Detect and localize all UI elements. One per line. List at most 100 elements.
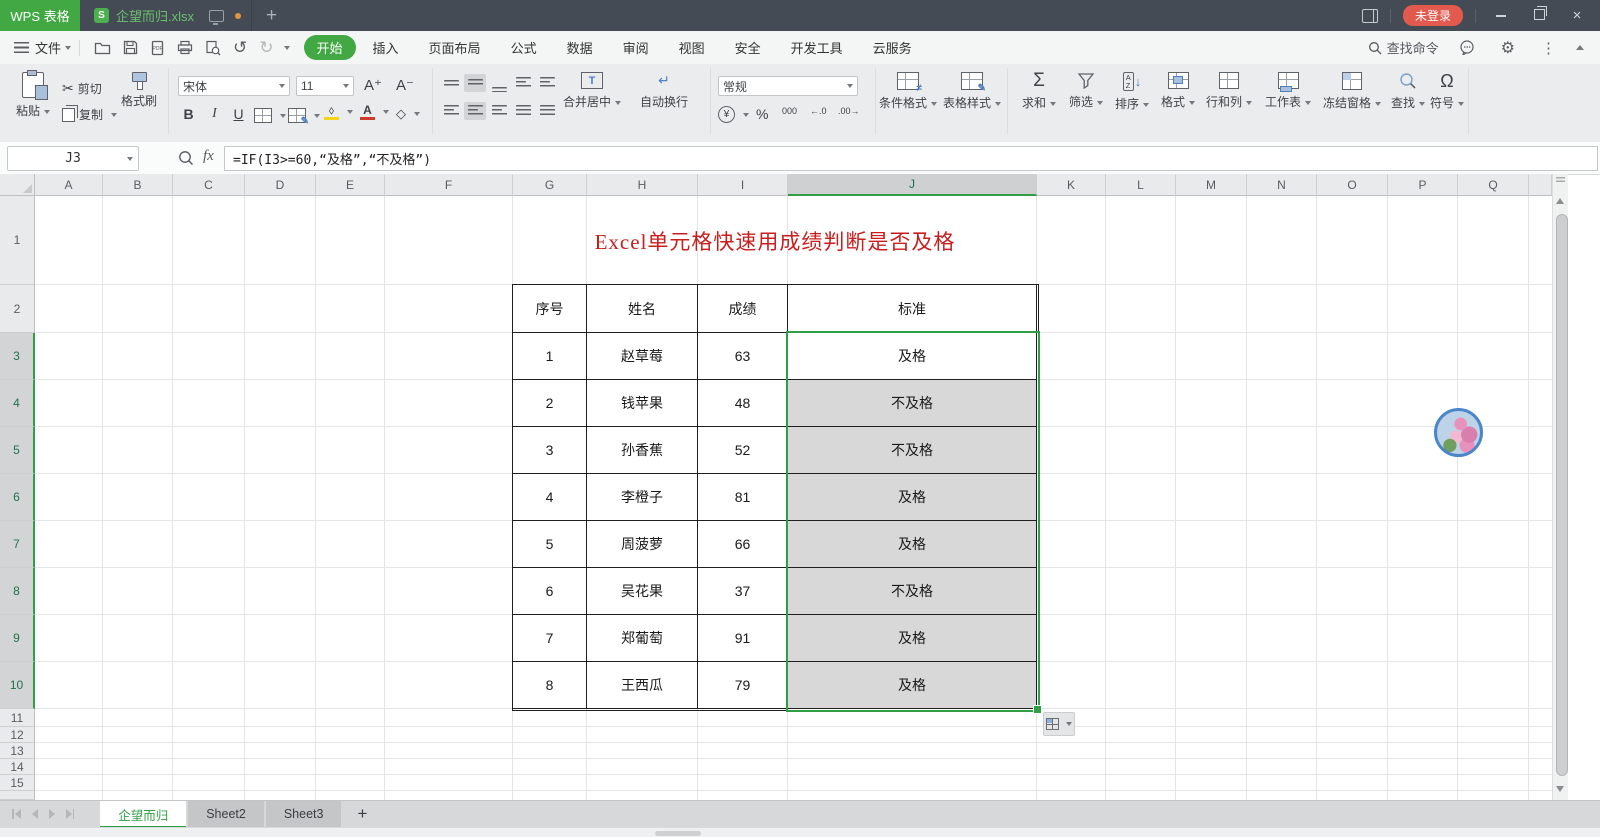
autofill-options-button[interactable]: [1043, 712, 1075, 736]
command-search[interactable]: 查找命令: [1368, 38, 1439, 57]
bold-button[interactable]: B: [180, 106, 197, 122]
table-cell[interactable]: 及格: [788, 521, 1037, 568]
row-header-12[interactable]: 12: [0, 727, 35, 743]
table-cell[interactable]: 6: [513, 568, 587, 615]
first-sheet-button[interactable]: [12, 809, 21, 819]
menu-tab-开发工具[interactable]: 开发工具: [778, 35, 856, 60]
table-cell[interactable]: 不及格: [788, 380, 1037, 427]
settings-gear-icon[interactable]: ⚙: [1501, 38, 1515, 58]
font-color-button[interactable]: A: [360, 104, 389, 120]
table-cell[interactable]: 钱苹果: [587, 380, 698, 427]
table-cell[interactable]: 及格: [788, 474, 1037, 521]
align-bottom-button[interactable]: [488, 74, 510, 92]
fx-icon[interactable]: fx: [203, 148, 214, 165]
sidebar-toggle-icon[interactable]: [1361, 8, 1378, 23]
table-cell[interactable]: 8: [513, 662, 587, 709]
table-cell[interactable]: 7: [513, 615, 587, 662]
print-preview-icon[interactable]: [205, 40, 221, 56]
number-format-select[interactable]: 常规: [718, 76, 858, 96]
more-options-icon[interactable]: ⋮: [1541, 39, 1556, 57]
file-menu[interactable]: 文件: [35, 38, 61, 57]
table-cell[interactable]: 79: [698, 662, 788, 709]
prev-sheet-button[interactable]: [31, 809, 38, 819]
flower-picture[interactable]: [1434, 408, 1483, 457]
redo-icon[interactable]: ↻: [259, 38, 273, 58]
save-icon[interactable]: [123, 40, 138, 55]
column-header-A[interactable]: A: [35, 174, 103, 196]
percent-button[interactable]: %: [756, 106, 768, 122]
column-header-J[interactable]: J: [788, 174, 1037, 196]
table-cell[interactable]: 及格: [788, 662, 1037, 709]
paste-button[interactable]: 粘贴: [4, 70, 62, 119]
table-cell[interactable]: 郑葡萄: [587, 615, 698, 662]
filter-button[interactable]: 筛选: [1063, 72, 1109, 110]
column-header-L[interactable]: L: [1106, 174, 1176, 196]
column-header-M[interactable]: M: [1176, 174, 1247, 196]
merge-center-button[interactable]: T 合并居中: [560, 72, 624, 110]
device-view-icon[interactable]: [209, 9, 225, 25]
align-right-button[interactable]: [488, 102, 510, 120]
align-center-button[interactable]: [464, 102, 486, 120]
row-header-14[interactable]: 14: [0, 759, 35, 775]
menu-tab-公式[interactable]: 公式: [498, 35, 550, 60]
column-header-C[interactable]: C: [173, 174, 245, 196]
sheet-grid[interactable]: Excel单元格快速用成绩判断是否及格 序号 姓名 成绩 标准 1 赵草莓 63 及格 2 钱苹果…: [35, 196, 1552, 800]
fill-handle[interactable]: [1033, 705, 1042, 714]
menu-tab-页面布局[interactable]: 页面布局: [416, 35, 494, 60]
close-button[interactable]: ×: [1564, 7, 1590, 24]
table-cell[interactable]: 王西瓜: [587, 662, 698, 709]
column-header-H[interactable]: H: [587, 174, 698, 196]
table-cell[interactable]: 48: [698, 380, 788, 427]
column-header-O[interactable]: O: [1317, 174, 1388, 196]
row-header-2[interactable]: 2: [0, 285, 35, 333]
clear-format-button[interactable]: ◇: [396, 106, 420, 122]
menu-tab-开始[interactable]: 开始: [303, 35, 356, 60]
row-header-8[interactable]: 8: [0, 568, 35, 615]
row-header-7[interactable]: 7: [0, 521, 35, 568]
table-style-button[interactable]: ✎ 表格样式: [941, 72, 1003, 111]
decrease-indent-button[interactable]: [512, 74, 534, 92]
table-cell[interactable]: 37: [698, 568, 788, 615]
symbol-button[interactable]: Ω 符号: [1427, 72, 1467, 111]
column-header-G[interactable]: G: [513, 174, 587, 196]
row-header-3[interactable]: 3: [0, 333, 35, 380]
format-button[interactable]: 格式: [1155, 72, 1201, 110]
column-header-K[interactable]: K: [1037, 174, 1106, 196]
distribute-button[interactable]: [536, 102, 558, 120]
table-cell[interactable]: 3: [513, 427, 587, 474]
document-tab[interactable]: S 企望而归.xlsx: [80, 0, 253, 31]
row-header-4[interactable]: 4: [0, 380, 35, 427]
decrease-decimal-button[interactable]: .00→: [838, 106, 860, 116]
column-header-P[interactable]: P: [1388, 174, 1458, 196]
sheet-tab-Sheet3[interactable]: Sheet3: [265, 800, 342, 828]
row-header-6[interactable]: 6: [0, 474, 35, 521]
decrease-font-icon[interactable]: A⁻: [396, 76, 414, 94]
cell-shading-button[interactable]: ✎: [288, 108, 320, 127]
wrap-text-button[interactable]: ↵ 自动换行: [632, 72, 696, 110]
column-header-Q[interactable]: Q: [1458, 174, 1529, 196]
status-bar-handle[interactable]: [655, 831, 701, 836]
sheet-tab-Sheet2[interactable]: Sheet2: [188, 800, 264, 828]
table-cell[interactable]: 1: [513, 333, 587, 380]
undo-icon[interactable]: ↺: [233, 38, 247, 58]
table-cell[interactable]: 及格: [788, 333, 1037, 380]
print-icon[interactable]: [177, 40, 193, 55]
formula-input[interactable]: =IF(I3>=60,“及格”,“不及格”): [224, 146, 1598, 171]
scroll-down-arrow[interactable]: [1556, 786, 1564, 792]
increase-indent-button[interactable]: [536, 74, 558, 92]
minimize-button[interactable]: [1488, 7, 1514, 24]
table-cell[interactable]: 2: [513, 380, 587, 427]
select-all-corner[interactable]: [0, 174, 35, 196]
open-file-icon[interactable]: [94, 40, 111, 55]
feedback-icon[interactable]: [1459, 40, 1475, 55]
row-header-11[interactable]: 11: [0, 709, 35, 727]
worksheet-button[interactable]: 工作表: [1259, 72, 1317, 110]
new-tab-button[interactable]: +: [252, 0, 291, 31]
column-header-B[interactable]: B: [103, 174, 173, 196]
menu-icon[interactable]: [14, 42, 29, 53]
table-cell[interactable]: 吴花果: [587, 568, 698, 615]
table-cell[interactable]: 81: [698, 474, 788, 521]
table-cell[interactable]: 姓名: [587, 285, 698, 333]
table-cell[interactable]: 66: [698, 521, 788, 568]
borders-button[interactable]: [254, 108, 286, 123]
